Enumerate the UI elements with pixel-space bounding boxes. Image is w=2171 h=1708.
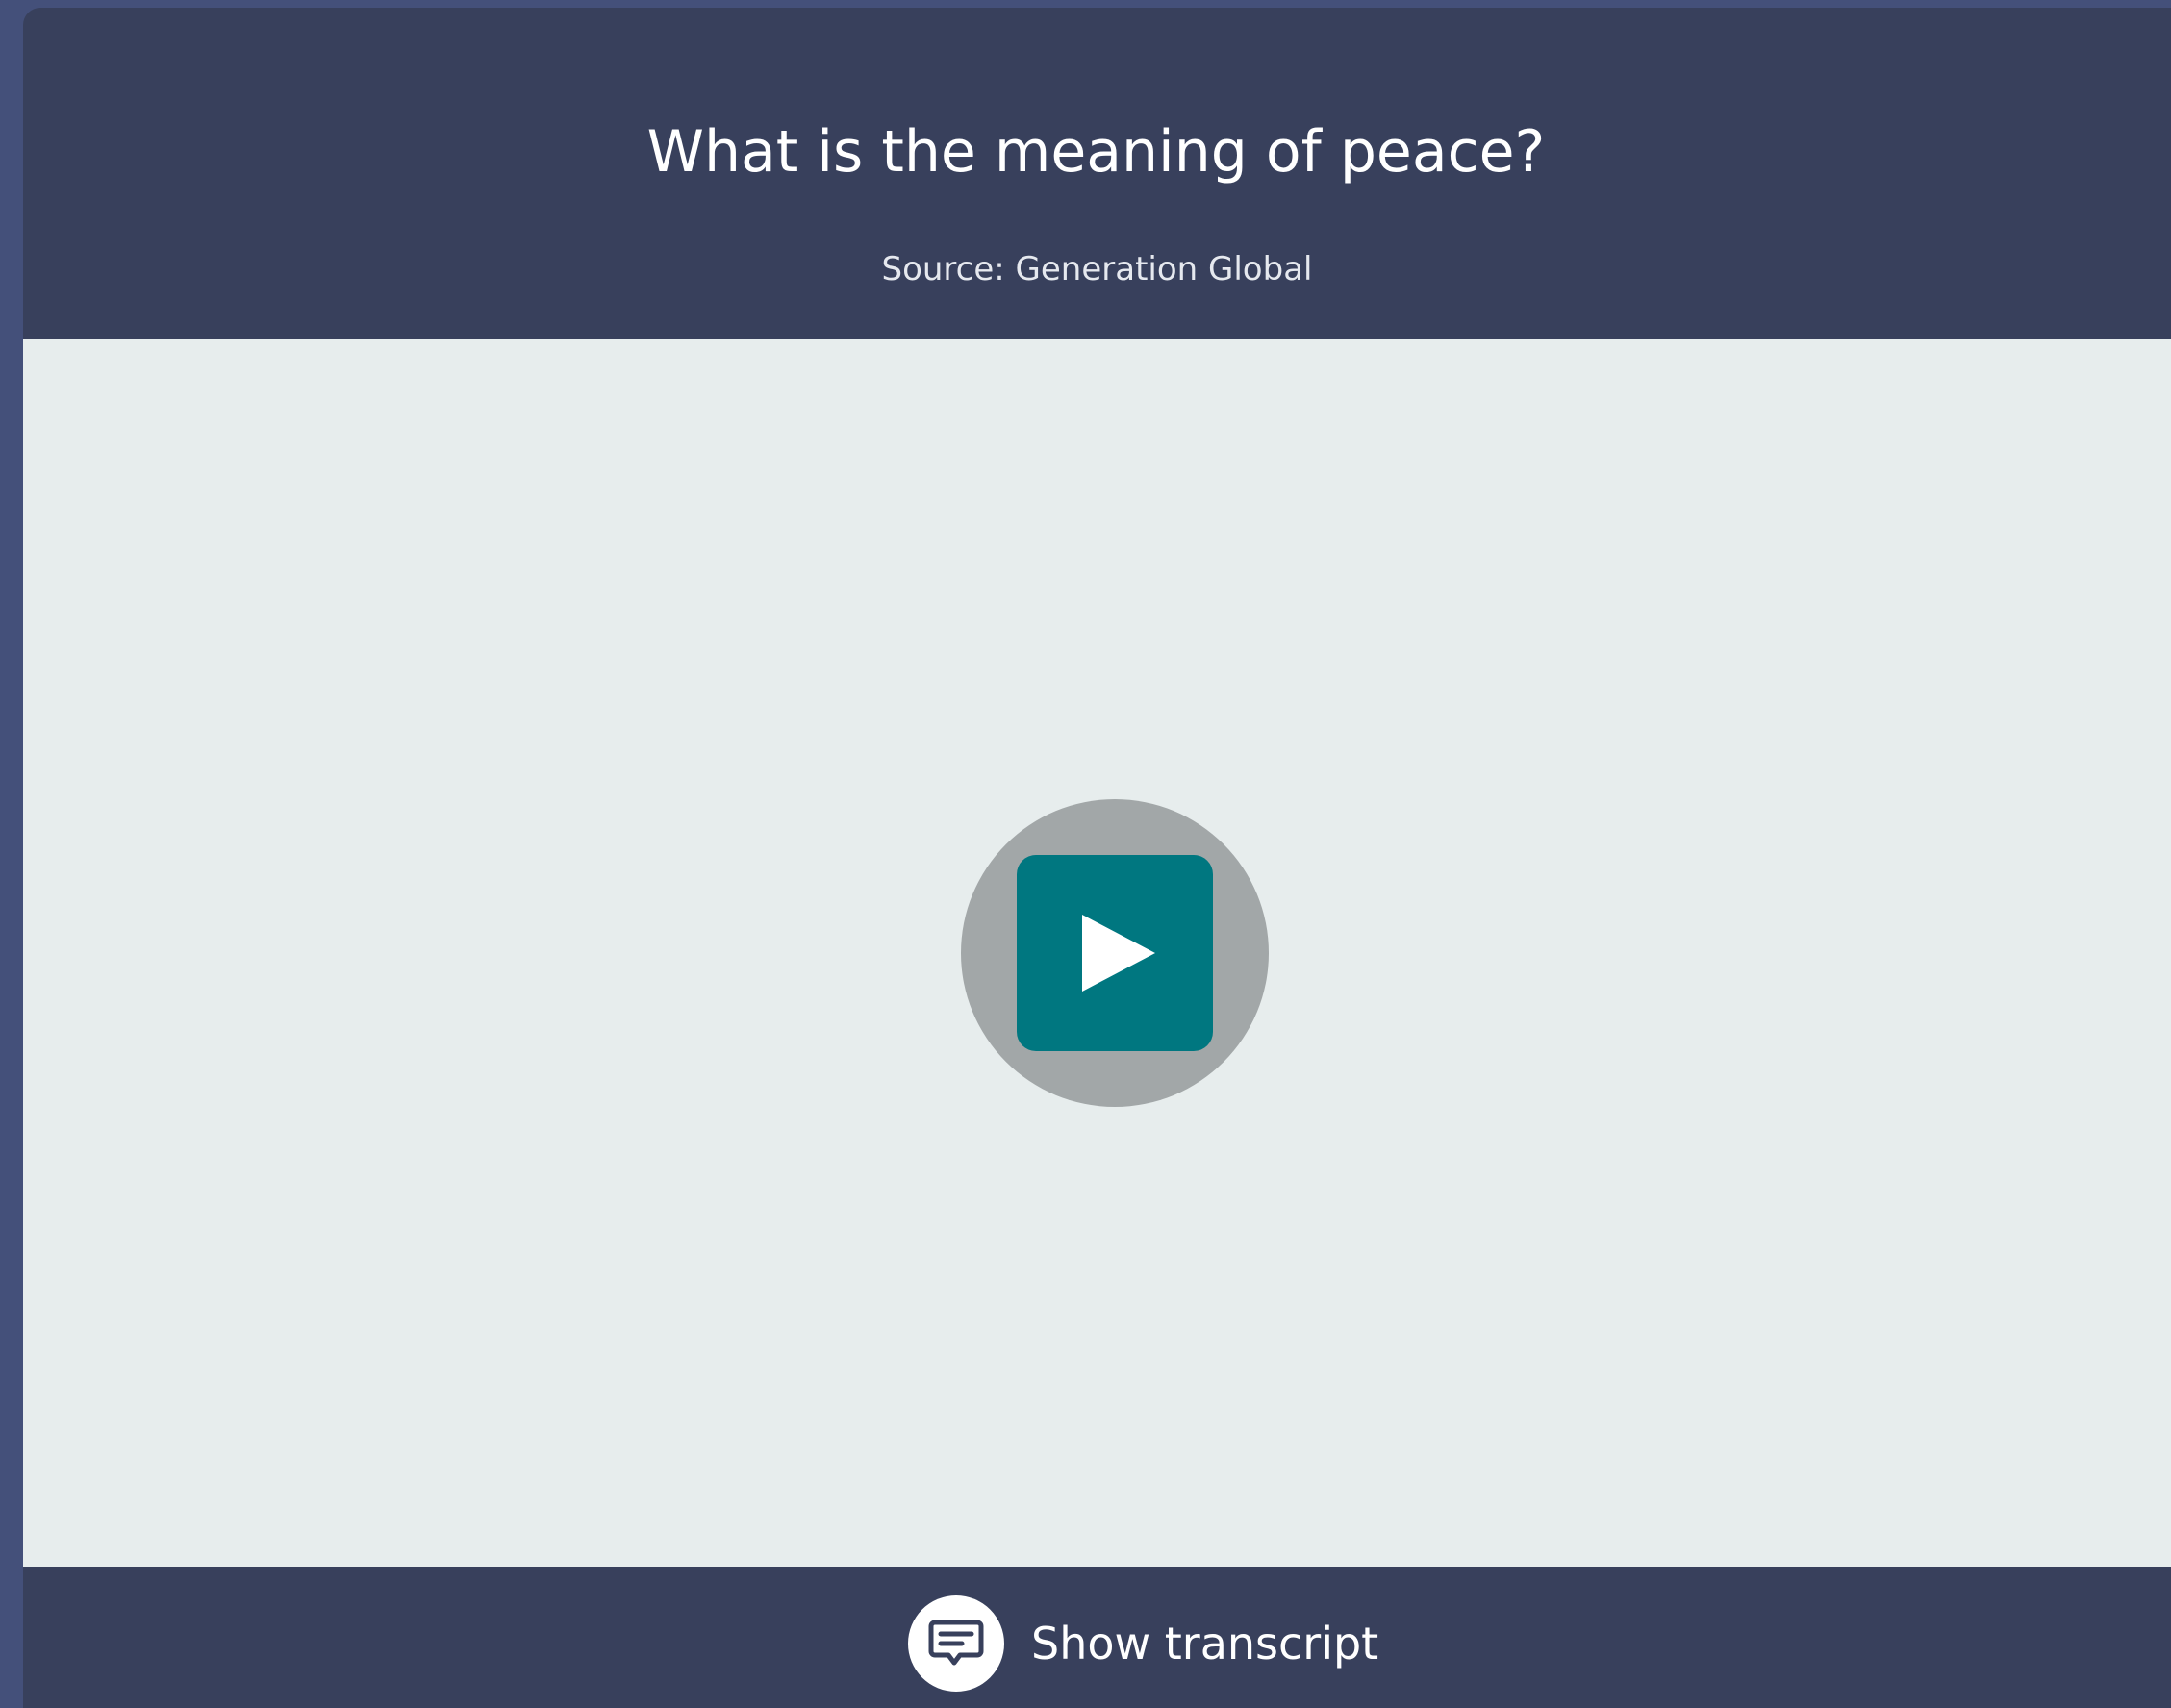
show-transcript-button[interactable]: Show transcript [908, 1595, 1378, 1692]
video-title: What is the meaning of peace? [646, 118, 1546, 186]
video-card: What is the meaning of peace? Source: Ge… [23, 8, 2171, 1708]
video-source: Source: Generation Global [881, 250, 1313, 289]
video-player[interactable] [23, 339, 2171, 1567]
play-button-ring[interactable] [961, 799, 1269, 1107]
transcript-label[interactable]: Show transcript [1031, 1615, 1378, 1672]
speech-bubble-icon [928, 1620, 984, 1666]
transcript-icon-circle[interactable] [908, 1595, 1004, 1692]
video-header: What is the meaning of peace? Source: Ge… [23, 8, 2171, 339]
video-footer: Show transcript [23, 1567, 2171, 1708]
play-icon [1082, 915, 1155, 992]
play-button[interactable] [1017, 855, 1213, 1051]
